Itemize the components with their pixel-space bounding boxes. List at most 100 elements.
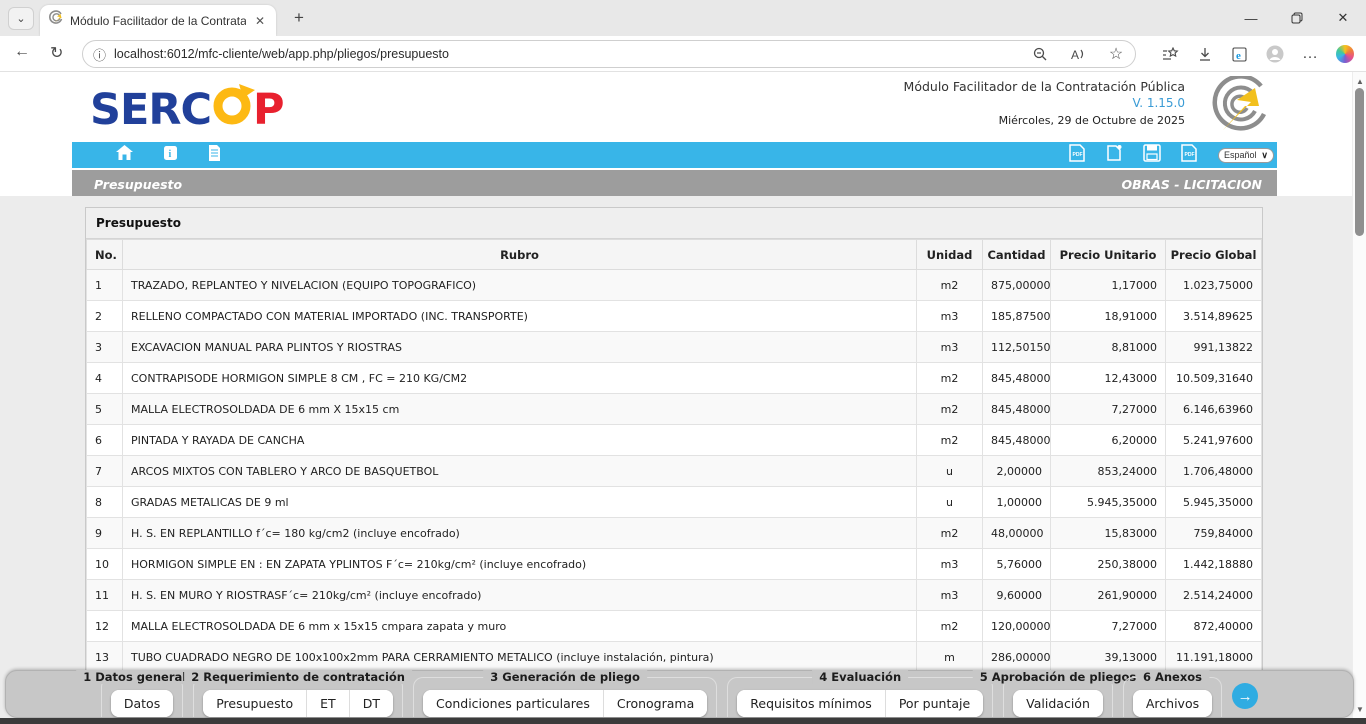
sercop-o-icon (209, 82, 255, 137)
cell-pu: 12,43000 (1051, 363, 1166, 394)
copy-document-icon[interactable] (1106, 144, 1123, 167)
arrow-right-icon: → (1238, 688, 1253, 705)
pdf-download-icon[interactable]: PDF (1181, 144, 1198, 167)
cell-cantidad: 845,48000 (983, 363, 1051, 394)
step-group: 6 AnexosArchivos (1123, 677, 1222, 717)
budget-table-body: 1TRAZADO, REPLANTEO Y NIVELACION (EQUIPO… (87, 270, 1262, 673)
cell-rubro: HORMIGON SIMPLE EN : EN ZAPATA YPLINTOS … (123, 549, 917, 580)
content-area: Presupuesto No. Rubro Unidad Cantidad Pr… (0, 196, 1352, 724)
document-icon[interactable] (208, 145, 221, 166)
scroll-down-icon[interactable]: ▼ (1353, 702, 1366, 716)
tab-search-button[interactable]: ⌄ (8, 7, 34, 30)
cell-rubro: CONTRAPISODE HORMIGON SIMPLE 8 CM , FC =… (123, 363, 917, 394)
browser-titlebar: ⌄ Módulo Facilitador de la Contrata ✕ + … (0, 0, 1366, 36)
step-button-presupuesto[interactable]: Presupuesto (203, 690, 307, 717)
cell-cantidad: 112,50150 (983, 332, 1051, 363)
scroll-up-icon[interactable]: ▲ (1353, 74, 1366, 88)
copilot-icon[interactable] (1336, 45, 1354, 63)
read-aloud-icon[interactable]: A (1069, 45, 1087, 63)
next-step-button[interactable]: → (1232, 683, 1258, 709)
mfc-logo-icon (1195, 76, 1275, 139)
vertical-scrollbar[interactable]: ▲ ▼ (1352, 72, 1366, 718)
svg-text:i: i (169, 149, 172, 160)
language-value: Español (1224, 150, 1257, 160)
cell-rubro: PINTADA Y RAYADA DE CANCHA (123, 425, 917, 456)
step-group: 2 Requerimiento de contrataciónPresupues… (193, 677, 403, 717)
tab-title: Módulo Facilitador de la Contrata (70, 14, 246, 28)
restore-icon (1291, 12, 1303, 24)
column-header-unidad: Unidad (917, 240, 983, 270)
step-group: 5 Aprobación de pliegosValidación (1003, 677, 1113, 717)
column-header-no: No. (87, 240, 123, 270)
close-window-button[interactable]: ✕ (1320, 0, 1366, 36)
cell-rubro: GRADAS METALICAS DE 9 ml (123, 487, 917, 518)
svg-text:A: A (1071, 48, 1079, 61)
close-tab-icon[interactable]: ✕ (252, 14, 268, 28)
step-button-requisitos-m-nimos[interactable]: Requisitos mínimos (737, 690, 886, 717)
cell-cantidad: 9,60000 (983, 580, 1051, 611)
cell-pu: 7,27000 (1051, 394, 1166, 425)
cell-pu: 5.945,35000 (1051, 487, 1166, 518)
sercop-logo: SERCP (90, 82, 284, 137)
table-row: 2RELLENO COMPACTADO CON MATERIAL IMPORTA… (87, 301, 1262, 332)
step-button-dt[interactable]: DT (350, 690, 393, 717)
site-info-icon[interactable]: ⓘ (93, 45, 106, 64)
new-tab-button[interactable]: + (288, 8, 310, 28)
url-bar[interactable]: ⓘ localhost:6012/mfc-cliente/web/app.php… (82, 40, 1136, 68)
cell-unidad: m2 (917, 394, 983, 425)
cell-no: 13 (87, 642, 123, 673)
breadcrumb-bar: Presupuesto OBRAS - LICITACION (72, 170, 1277, 198)
downloads-icon[interactable] (1196, 45, 1214, 63)
column-header-precio-global: Precio Global (1166, 240, 1262, 270)
step-button-condiciones-particulares[interactable]: Condiciones particulares (423, 690, 604, 717)
bookmark-star-icon[interactable]: ☆ (1107, 45, 1125, 63)
table-row: 12MALLA ELECTROSOLDADA DE 6 mm x 15x15 c… (87, 611, 1262, 642)
step-button-cronograma[interactable]: Cronograma (604, 690, 707, 717)
refresh-icon[interactable]: ↻ (50, 43, 63, 63)
cell-cantidad: 5,76000 (983, 549, 1051, 580)
back-icon[interactable]: ← (14, 43, 30, 61)
browser-tab[interactable]: Módulo Facilitador de la Contrata ✕ (40, 5, 276, 36)
home-icon[interactable] (116, 145, 133, 165)
url-text[interactable]: localhost:6012/mfc-cliente/web/app.php/p… (114, 47, 1031, 61)
cell-no: 11 (87, 580, 123, 611)
cell-pg: 1.023,75000 (1166, 270, 1262, 301)
step-group-label: 2 Requerimiento de contratación (184, 670, 412, 684)
table-row: 7ARCOS MIXTOS CON TABLERO Y ARCO DE BASQ… (87, 456, 1262, 487)
step-button-datos[interactable]: Datos (111, 690, 173, 717)
budget-panel: Presupuesto No. Rubro Unidad Cantidad Pr… (85, 207, 1263, 674)
column-header-rubro: Rubro (123, 240, 917, 270)
save-icon[interactable] (1143, 144, 1161, 167)
main-navbar: i PDF PDF Español ∨ (72, 142, 1277, 168)
step-button-archivos[interactable]: Archivos (1133, 690, 1212, 717)
cell-rubro: MALLA ELECTROSOLDADA DE 6 mm X 15x15 cm (123, 394, 917, 425)
step-button-et[interactable]: ET (307, 690, 350, 717)
cell-pg: 1.706,48000 (1166, 456, 1262, 487)
cell-no: 7 (87, 456, 123, 487)
info-icon[interactable]: i (164, 146, 177, 165)
favorites-icon[interactable] (1161, 45, 1179, 63)
settings-dots-icon[interactable]: … (1301, 45, 1319, 63)
profile-avatar[interactable] (1266, 45, 1284, 63)
step-group-label: 5 Aprobación de pliegos (973, 670, 1143, 684)
svg-text:PDF: PDF (1185, 152, 1195, 158)
page-title: Presupuesto (94, 177, 182, 192)
restore-button[interactable] (1274, 0, 1320, 36)
language-select[interactable]: Español ∨ (1218, 148, 1274, 163)
cell-unidad: u (917, 487, 983, 518)
cell-rubro: H. S. EN MURO Y RIOSTRASF´c= 210kg/cm² (… (123, 580, 917, 611)
table-row: 8GRADAS METALICAS DE 9 mlu1,000005.945,3… (87, 487, 1262, 518)
app-title: Módulo Facilitador de la Contratación Pú… (904, 78, 1185, 95)
site-header: SERCP Módulo Facilitador de la Contratac… (72, 72, 1277, 140)
pdf-export-icon[interactable]: PDF (1069, 144, 1086, 167)
ie-mode-icon[interactable]: e (1231, 45, 1249, 63)
scrollbar-thumb[interactable] (1355, 88, 1364, 236)
cell-pu: 250,38000 (1051, 549, 1166, 580)
cell-cantidad: 1,00000 (983, 487, 1051, 518)
cell-cantidad: 845,48000 (983, 394, 1051, 425)
step-button-validaci-n[interactable]: Validación (1013, 690, 1103, 717)
step-button-por-puntaje[interactable]: Por puntaje (886, 690, 983, 717)
zoom-out-icon[interactable] (1031, 45, 1049, 63)
minimize-button[interactable]: — (1228, 0, 1274, 36)
panel-title: Presupuesto (86, 208, 1262, 239)
